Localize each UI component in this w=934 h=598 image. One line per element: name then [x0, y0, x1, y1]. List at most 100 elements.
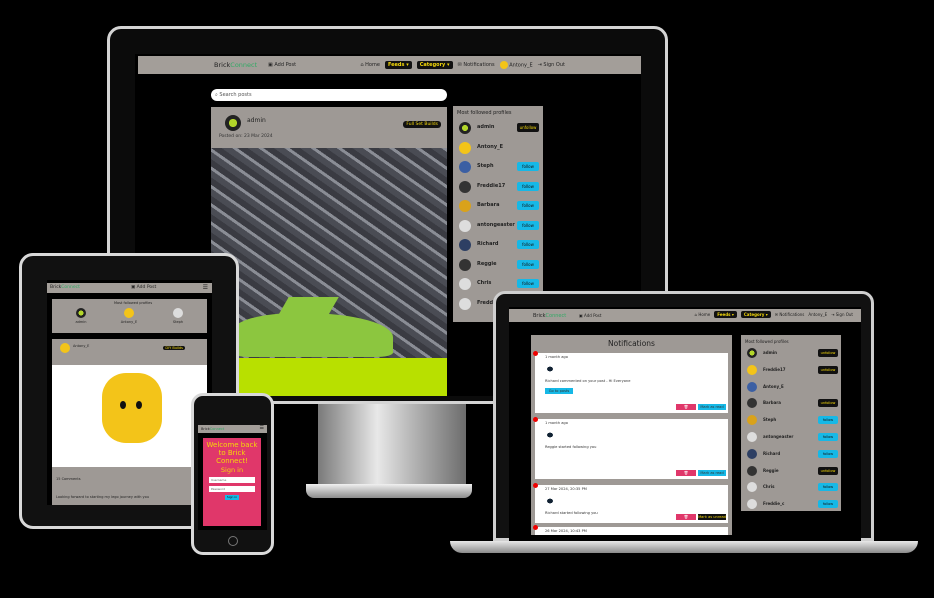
category-dropdown[interactable]: Category ▾	[740, 311, 771, 318]
profile-row[interactable]: Freddie_c follow	[741, 496, 841, 513]
profile-name[interactable]: Antony_E	[477, 144, 503, 150]
profile-link[interactable]: Antony_E	[499, 61, 533, 69]
profile-row[interactable]: Richard follow	[741, 446, 841, 463]
follow-button[interactable]: follow	[517, 201, 539, 210]
profile-name[interactable]: Chris	[763, 484, 775, 489]
profile-row[interactable]: Barbara follow	[453, 196, 543, 215]
profile-row[interactable]: antongeaster follow	[453, 216, 543, 235]
follow-button[interactable]: follow	[818, 500, 838, 509]
profile-name[interactable]: Freddie17	[763, 367, 786, 372]
profile-link[interactable]: Antony_E	[808, 312, 827, 317]
feeds-dropdown[interactable]: Feeds ▾	[384, 61, 412, 69]
follow-button[interactable]: follow	[818, 483, 838, 492]
unfollow-button[interactable]: unfollow	[818, 466, 838, 475]
sign-in-button[interactable]: Sign in	[225, 495, 239, 500]
go-to-post-button[interactable]: Go to posts	[545, 388, 573, 394]
follow-button[interactable]: follow	[818, 433, 838, 441]
profile-row[interactable]: Freddie17 unfollow	[741, 362, 841, 379]
delete-notification-button[interactable]: 🗑	[676, 514, 696, 520]
follow-button[interactable]: follow	[818, 449, 838, 458]
post-image[interactable]	[211, 148, 447, 396]
mark-read-button[interactable]: Mark as read	[698, 404, 726, 410]
delete-notification-button[interactable]: 🗑	[676, 404, 696, 410]
profile-row[interactable]: Reggie unfollow	[741, 463, 841, 480]
unfollow-button[interactable]: unfollow	[818, 399, 838, 408]
profile-row[interactable]: Steph follow	[741, 412, 841, 429]
follow-button[interactable]: follow	[517, 259, 539, 269]
post-image[interactable]	[52, 365, 207, 467]
follow-button[interactable]: follow	[517, 220, 539, 230]
add-post-link[interactable]: ▣ Add Post	[131, 285, 156, 290]
profile-row[interactable]: Antony_E	[453, 138, 543, 157]
profile-name[interactable]: Reggie	[763, 468, 779, 473]
home-link[interactable]: ⌂ Home	[360, 62, 380, 68]
profile-name[interactable]: Reggie	[477, 261, 497, 267]
category-badge[interactable]: DIY Builds	[163, 346, 185, 350]
profile-name[interactable]: Barbara	[763, 400, 781, 405]
profile-row[interactable]: antongeaster follow	[741, 429, 841, 446]
profile-row[interactable]: Chris follow	[741, 479, 841, 496]
profile-name[interactable]: Chris	[477, 280, 491, 286]
profile-name[interactable]: Freddie_c	[763, 501, 784, 506]
unfollow-button[interactable]: unfollow	[818, 365, 838, 374]
avatar	[459, 161, 471, 173]
profile-row[interactable]: Antony_E	[741, 379, 841, 396]
brand-logo[interactable]: BrickConnect	[201, 427, 224, 431]
follow-button[interactable]: follow	[517, 181, 539, 191]
profile-row[interactable]: Freddie17 follow	[453, 177, 543, 196]
profile-name[interactable]: Barbara	[477, 202, 499, 208]
menu-icon[interactable]: ☰	[203, 284, 208, 291]
post-author[interactable]: admin	[247, 117, 266, 124]
profile-item[interactable]: Steph	[163, 308, 193, 324]
feeds-dropdown[interactable]: Feeds ▾	[714, 311, 737, 318]
notifications-link[interactable]: ✉ Notifications	[775, 312, 805, 317]
profile-row[interactable]: Barbara unfollow	[741, 395, 841, 412]
category-badge[interactable]: Full Set Builds	[403, 121, 441, 128]
profile-name[interactable]: admin	[763, 350, 777, 355]
sign-out-link[interactable]: ⇥ Sign Out	[538, 62, 565, 68]
profile-name[interactable]: Steph	[477, 163, 494, 169]
profile-name[interactable]: Steph	[763, 417, 776, 422]
follow-button[interactable]: follow	[517, 162, 539, 171]
sign-out-link[interactable]: ⇥ Sign Out	[831, 312, 853, 317]
brand-logo[interactable]: BrickConnect	[533, 313, 566, 319]
username-field[interactable]: Username	[209, 477, 255, 483]
add-post-link[interactable]: ▣ Add Post	[579, 313, 601, 318]
unfollow-button[interactable]: unfollow	[517, 123, 539, 132]
search-input[interactable]: ⌕ Search posts	[211, 89, 447, 101]
add-post-link[interactable]: ▣ Add Post	[268, 62, 296, 68]
profile-row[interactable]: Steph follow	[453, 157, 543, 176]
profile-name[interactable]: Richard	[763, 451, 780, 456]
profile-name[interactable]: Antony_E	[763, 384, 784, 389]
delete-notification-button[interactable]: 🗑	[676, 470, 696, 476]
profile-name[interactable]: antongeaster	[763, 434, 793, 439]
profile-name[interactable]: Freddie17	[477, 183, 505, 189]
profile-row[interactable]: admin unfollow	[741, 345, 841, 362]
home-link[interactable]: ⌂ Home	[695, 312, 711, 317]
profile-row[interactable]: Richard follow	[453, 235, 543, 254]
mark-read-button[interactable]: Mark as unread	[698, 514, 726, 520]
menu-icon[interactable]: ☰	[260, 425, 264, 431]
notifications-link[interactable]: ✉ Notifications	[458, 62, 495, 68]
avatar[interactable]	[60, 343, 70, 353]
follow-button[interactable]: follow	[818, 416, 838, 425]
profile-item[interactable]: admin	[66, 308, 96, 324]
profile-item[interactable]: Antony_E	[114, 308, 144, 324]
profile-row[interactable]: admin unfollow	[453, 118, 543, 137]
profile-name[interactable]: Richard	[477, 241, 499, 247]
avatar[interactable]	[225, 115, 241, 131]
comment-count[interactable]: 15 Comments	[56, 477, 81, 481]
unfollow-button[interactable]: unfollow	[818, 349, 838, 357]
follow-button[interactable]: follow	[517, 240, 539, 249]
category-dropdown[interactable]: Category ▾	[416, 61, 453, 69]
profile-row[interactable]: Reggie follow	[453, 255, 543, 274]
home-button[interactable]	[228, 536, 238, 546]
mark-read-button[interactable]: Mark as read	[698, 470, 726, 476]
follow-button[interactable]: follow	[517, 279, 539, 288]
profile-name[interactable]: admin	[477, 124, 494, 130]
post-author[interactable]: Antony_E	[73, 344, 89, 348]
password-field[interactable]: Password	[209, 486, 255, 492]
brand-logo[interactable]: BrickConnect	[214, 61, 257, 69]
profile-name[interactable]: antongeaster	[477, 222, 515, 228]
brand-logo[interactable]: BrickConnect	[50, 285, 80, 290]
